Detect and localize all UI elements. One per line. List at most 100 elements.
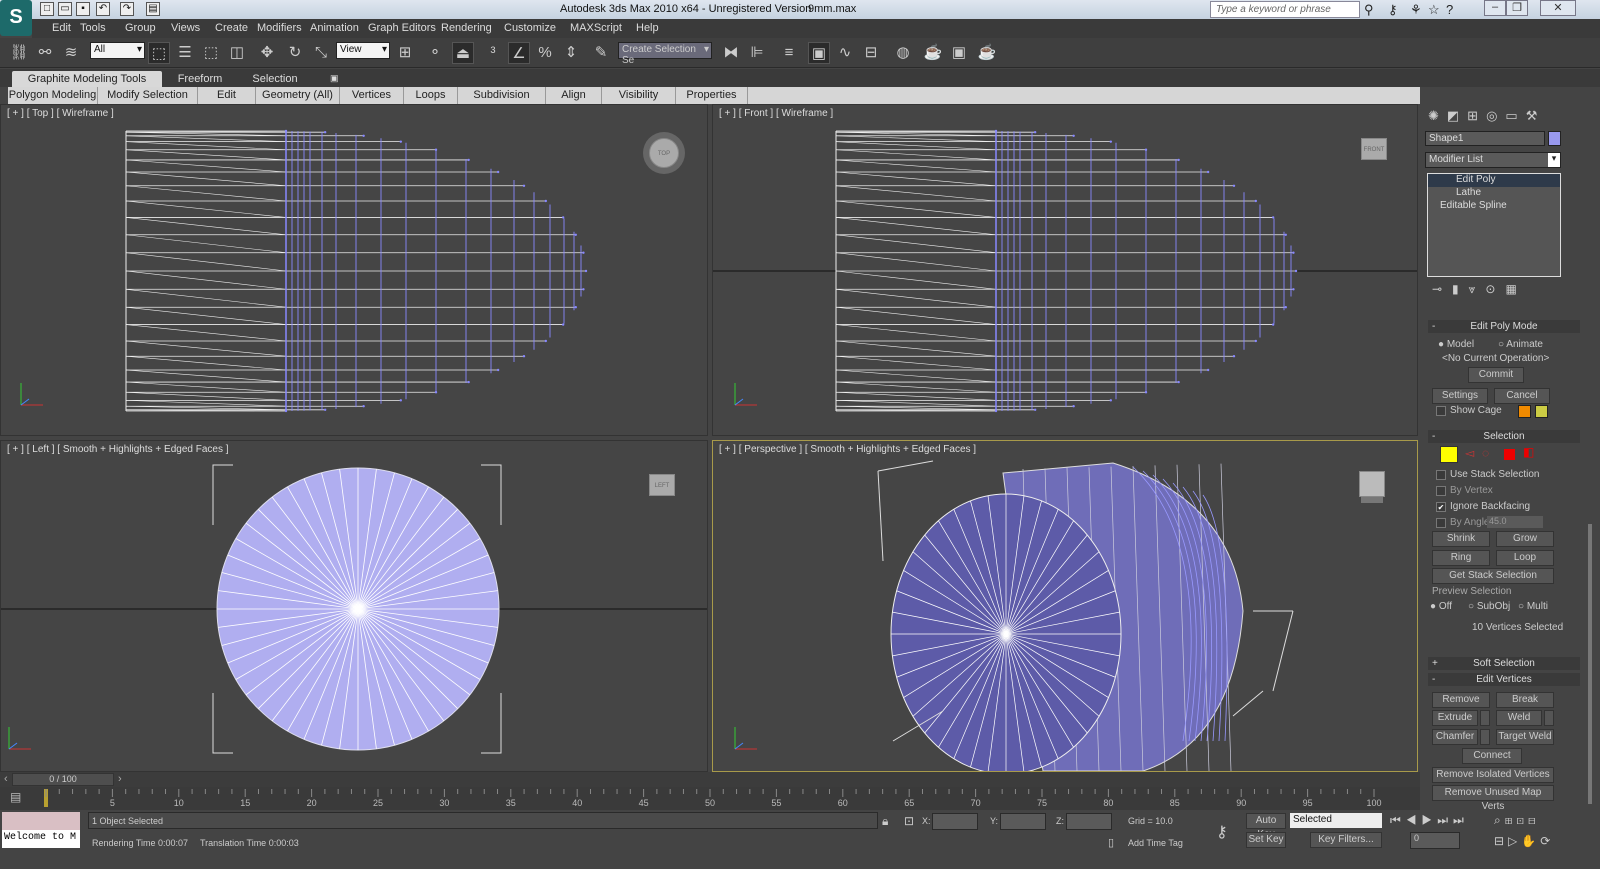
chevron-down-icon[interactable]: ▾ [1548,153,1560,167]
settings-button[interactable]: Settings [1432,388,1488,404]
border-mode-icon[interactable]: ◌ [1482,446,1489,460]
open-file-icon[interactable]: ▭ [58,2,72,16]
time-slider-next[interactable]: › [118,773,122,785]
ribbon-panel-3[interactable]: Geometry (All) [256,87,340,104]
ribbon-panel-6[interactable]: Subdivision [458,87,546,104]
move-icon[interactable]: ✥ [256,42,278,64]
scale-icon[interactable]: ⤡ [310,42,332,64]
angle-spinner[interactable]: 45.0 [1487,516,1543,528]
new-file-icon[interactable]: □ [40,2,54,16]
stack-item-lathe[interactable]: Lathe [1428,187,1560,200]
mirror-icon[interactable]: ⧓ [720,42,742,64]
ribbon-panel-7[interactable]: Align [546,87,602,104]
ring-button[interactable]: Ring [1432,550,1490,566]
layer-manager-icon[interactable]: ≡ [778,42,800,64]
auto-key-button[interactable]: Auto Key [1246,813,1286,840]
loop-button[interactable]: Loop [1496,550,1554,566]
track-bar[interactable]: ▤ 5 10 15 20 25 30 35 40 45 50 55 60 65 70 75 80 85 90 95 1… [0,787,1420,810]
viewport-front[interactable]: [ + ] [ Front ] [ Wireframe ] FRONT [712,104,1418,436]
edit-named-selection-icon[interactable]: ✎ [590,42,612,64]
viewcube[interactable] [1359,471,1385,497]
grow-button[interactable]: Grow [1496,531,1554,547]
menu-tools[interactable]: Tools [80,22,106,34]
stack-tools-icons[interactable]: ⊸▮⩔⊙▦ [1432,282,1562,297]
chamfer-settings-button[interactable] [1480,729,1490,745]
preview-multi-radio[interactable]: ○ Multi [1518,601,1548,612]
maxscript-listener-pink[interactable] [2,812,80,830]
rollout-edit-vertices[interactable]: - Edit Vertices [1428,673,1580,686]
viewcube[interactable]: LEFT [649,474,675,496]
selection-filter-dropdown[interactable]: All [90,42,145,59]
menu-group[interactable]: Group [125,22,156,34]
get-stack-selection-button[interactable]: Get Stack Selection [1432,568,1554,584]
edge-mode-icon[interactable]: ◅ [1465,446,1474,460]
time-slider[interactable]: ‹ 0 / 100 › [0,772,1420,787]
modifier-list-dropdown[interactable]: Modifier List [1425,152,1561,168]
keyboard-shortcut-icon[interactable]: ⏏ [452,42,474,64]
weld-settings-button[interactable] [1544,710,1554,726]
select-object-icon[interactable]: ⬚ [148,42,170,64]
time-tag-icon[interactable]: ▯ [1108,836,1114,849]
graphite-tab-2[interactable]: Selection [240,71,310,87]
viewport-left[interactable]: [ + ] [ Left ] [ Smooth + Highlights + E… [0,440,708,772]
maxscript-mini-listener[interactable]: Welcome to M [2,830,80,848]
commit-button[interactable]: Commit [1468,367,1524,383]
tab-options-icon[interactable]: ▣ [322,71,347,87]
set-key-icon[interactable]: ⚷ [1216,822,1228,842]
menu-animation[interactable]: Animation [310,22,359,34]
viewport-label[interactable]: [ + ] [ Top ] [ Wireframe ] [7,108,114,119]
viewport-label[interactable]: [ + ] [ Left ] [ Smooth + Highlights + E… [7,444,229,455]
snap-toggle-icon[interactable]: ³ [482,42,504,64]
viewport-perspective[interactable]: [ + ] [ Perspective ] [ Smooth + Highlig… [712,440,1418,772]
project-folder-icon[interactable]: ▤ [146,2,160,16]
by-vertex-checkbox[interactable] [1436,486,1446,496]
graphite-tab-1[interactable]: Freeform [165,71,235,87]
viewcube[interactable]: FRONT [1361,138,1387,160]
menu-help[interactable]: Help [636,22,659,34]
shrink-button[interactable]: Shrink [1432,531,1490,547]
set-key-button[interactable]: Set Key [1246,832,1286,848]
command-panel-tabs[interactable]: ✺◩⊞◎▭⚒ [1428,108,1578,128]
undo-icon[interactable]: ↶ [96,2,110,16]
connect-button[interactable]: Connect [1462,748,1522,764]
viewport-top[interactable]: [ + ] [ Top ] [ Wireframe ] TOP [0,104,708,436]
chamfer-button[interactable]: Chamfer [1432,729,1478,745]
help-icon[interactable]: ? [1446,2,1453,17]
y-coordinate-input[interactable] [1000,813,1046,830]
z-coordinate-input[interactable] [1066,813,1112,830]
menu-rendering[interactable]: Rendering [441,22,492,34]
binoculars-icon[interactable]: ⚲ [1364,2,1374,18]
viewport-label[interactable]: [ + ] [ Perspective ] [ Smooth + Highlig… [719,444,976,455]
window-crossing-icon[interactable]: ◫ [226,42,248,64]
unlink-icon[interactable]: ⚯ [34,42,56,64]
x-coordinate-input[interactable] [932,813,978,830]
app-menu-button[interactable]: S [0,0,32,36]
ribbon-panel-4[interactable]: Vertices [340,87,404,104]
command-panel-scrollbar[interactable] [1588,524,1592,804]
link-icon[interactable]: ⛓ [8,42,30,64]
add-time-tag[interactable]: Add Time Tag [1128,838,1183,848]
graphite-toggle-icon[interactable]: ▣ [808,42,830,64]
ribbon-panel-0[interactable]: Polygon Modeling [8,87,98,104]
percent-snap-icon[interactable]: % [534,42,556,64]
cage-color-swatch[interactable] [1518,405,1531,418]
ribbon-panel-1[interactable]: Modify Selection [98,87,198,104]
use-stack-selection-checkbox[interactable] [1436,470,1446,480]
cancel-button[interactable]: Cancel [1494,388,1550,404]
stack-item-editable-spline[interactable]: Editable Spline [1428,200,1560,213]
manipulate-icon[interactable]: ⚬ [424,42,446,64]
vertex-mode-icon[interactable] [1440,446,1458,463]
remove-unused-map-verts-button[interactable]: Remove Unused Map Verts [1432,785,1554,812]
rendered-frame-icon[interactable]: ▣ [948,42,970,64]
material-editor-icon[interactable]: ◍ [892,42,914,64]
redo-icon[interactable]: ↷ [120,2,134,16]
remove-isolated-vertices-button[interactable]: Remove Isolated Vertices [1432,767,1554,783]
preview-off-radio[interactable]: ● Off [1430,601,1452,612]
model-radio[interactable]: ● Model [1438,339,1474,350]
menu-customize[interactable]: Customize [504,22,556,34]
rotate-icon[interactable]: ↻ [284,42,306,64]
render-icon[interactable]: ☕ [976,42,998,64]
key-icon[interactable]: ⚷ [1388,2,1398,18]
save-icon[interactable]: ▪ [76,2,90,16]
current-frame-input[interactable]: 0 [1410,832,1460,849]
